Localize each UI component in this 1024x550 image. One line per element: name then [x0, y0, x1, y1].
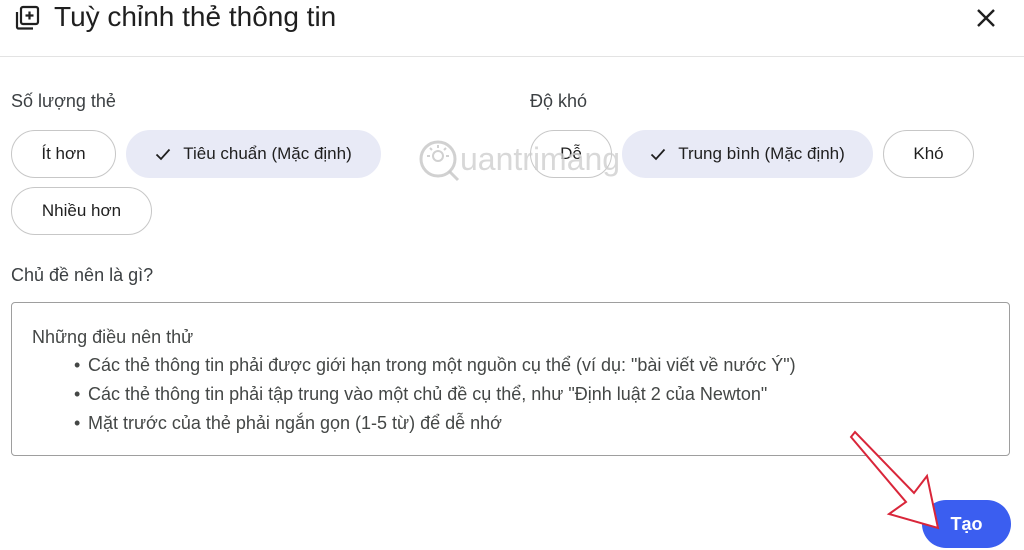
- check-icon: [651, 148, 666, 161]
- check-icon: [156, 148, 171, 161]
- chip-label: Ít hơn: [41, 144, 86, 163]
- dialog-title: Tuỳ chỉnh thẻ thông tin: [54, 1, 337, 32]
- close-button[interactable]: [970, 2, 1002, 34]
- chip-label: Trung bình (Mặc định): [678, 144, 845, 163]
- hint-list: Các thẻ thông tin phải được giới hạn tro…: [74, 351, 796, 438]
- chip-difficulty-hard[interactable]: Khó: [883, 130, 974, 178]
- chip-label: Tiêu chuẩn (Mặc định): [183, 144, 352, 163]
- dialog-header: Tuỳ chỉnh thẻ thông tin: [0, 0, 1024, 57]
- chip-card-count-more[interactable]: Nhiều hơn: [11, 187, 152, 235]
- close-icon: [977, 9, 995, 27]
- hint-item: Mặt trước của thẻ phải ngắn gọn (1-5 từ)…: [74, 409, 796, 438]
- hint-item: Các thẻ thông tin phải tập trung vào một…: [74, 380, 796, 409]
- chip-label: Khó: [913, 144, 944, 163]
- card-count-label: Số lượng thẻ: [11, 91, 116, 111]
- chip-card-count-standard[interactable]: Tiêu chuẩn (Mặc định): [126, 130, 381, 178]
- difficulty-label: Độ khó: [530, 91, 588, 111]
- hint-item: Các thẻ thông tin phải được giới hạn tro…: [74, 351, 796, 380]
- chip-difficulty-easy[interactable]: Dễ: [530, 130, 612, 178]
- chip-label: Nhiều hơn: [41, 201, 122, 220]
- annotation-arrow: [849, 430, 940, 530]
- topic-input[interactable]: Những điều nên thử Các thẻ thông tin phả…: [11, 302, 1010, 456]
- placeholder-title: Những điều nên thử: [32, 327, 194, 347]
- chip-label: Dễ: [560, 144, 582, 163]
- topic-label: Chủ đề nên là gì?: [11, 265, 154, 285]
- add-to-library-icon: [15, 5, 40, 30]
- chip-difficulty-medium[interactable]: Trung bình (Mặc định): [622, 130, 873, 178]
- chip-card-count-fewer[interactable]: Ít hơn: [11, 130, 116, 178]
- create-button[interactable]: Tạo: [922, 500, 1011, 548]
